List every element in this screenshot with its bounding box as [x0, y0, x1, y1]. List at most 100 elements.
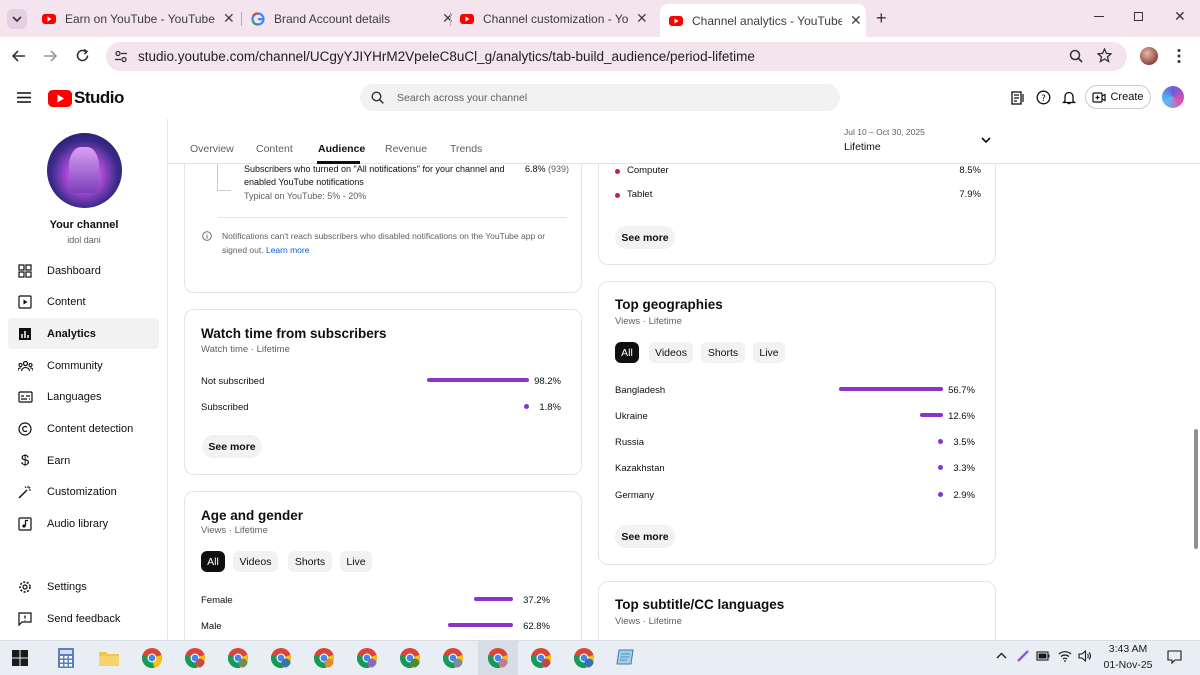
windows-start-icon[interactable] — [12, 650, 28, 666]
pen-icon[interactable] — [1016, 649, 1030, 663]
scrollbar-thumb[interactable] — [1194, 429, 1198, 549]
new-tab-button[interactable]: + — [876, 8, 887, 29]
sidebar-item-settings[interactable]: Settings — [8, 571, 159, 602]
chrome-taskbar-icon[interactable] — [141, 647, 163, 669]
see-more-button[interactable]: See more — [202, 435, 262, 458]
watch-time-card: Watch time from subscribers Watch time ·… — [184, 309, 582, 475]
notifications-bell-icon[interactable] — [1062, 90, 1076, 105]
minimize-button[interactable] — [1094, 16, 1104, 17]
wifi-icon[interactable] — [1058, 650, 1072, 662]
row-value: 2.9% — [953, 490, 975, 501]
browser-tab-1[interactable]: Earn on YouTube - YouTube Stu ✕ — [42, 6, 235, 31]
chip-all[interactable]: All — [615, 342, 639, 363]
chrome-profile-taskbar-icon[interactable] — [270, 647, 292, 669]
chrome-profile-taskbar-icon[interactable] — [487, 647, 509, 669]
browser-tab-4[interactable]: Channel analytics - YouTube Stu ✕ — [660, 4, 866, 37]
help-icon[interactable]: ? — [1036, 90, 1051, 105]
profile-avatar[interactable] — [1140, 47, 1158, 65]
google-favicon-icon — [251, 11, 265, 26]
forward-arrow-icon[interactable] — [43, 49, 57, 63]
studio-logo[interactable]: Studio — [48, 88, 124, 108]
period-selector[interactable]: Jul 10 – Oct 30, 2025 Lifetime — [844, 127, 994, 157]
tab-trends[interactable]: Trends — [450, 143, 482, 155]
channel-name: idol dani — [67, 235, 101, 245]
clock-date[interactable]: 01-Nov-25 — [1098, 659, 1158, 671]
zoom-icon[interactable] — [1069, 49, 1083, 63]
browser-menu-icon[interactable] — [1177, 48, 1181, 64]
row-label: Germany — [615, 490, 655, 501]
sidebar-item-send-feedback[interactable]: Send feedback — [8, 603, 159, 634]
chevron-up-icon[interactable] — [996, 652, 1007, 659]
notification-center-icon[interactable] — [1167, 650, 1182, 664]
tab-overview[interactable]: Overview — [190, 143, 234, 155]
logo-text: Studio — [74, 88, 124, 107]
chip-live[interactable]: Live — [340, 551, 372, 572]
search-input[interactable]: Search across your channel — [397, 92, 527, 104]
chip-videos[interactable]: Videos — [233, 551, 278, 572]
see-more-button[interactable]: See more — [615, 226, 675, 249]
volume-icon[interactable] — [1078, 650, 1092, 662]
chrome-profile-taskbar-icon[interactable] — [313, 647, 335, 669]
browser-tab-2[interactable]: Brand Account details ✕ — [251, 6, 454, 31]
sidebar-item-earn[interactable]: $ Earn — [8, 445, 159, 476]
chip-live[interactable]: Live — [753, 342, 785, 363]
row-value: 62.8% — [523, 621, 550, 632]
chrome-profile-taskbar-icon[interactable] — [530, 647, 552, 669]
tab-audience[interactable]: Audience — [318, 143, 365, 155]
community-icon — [17, 358, 33, 374]
chip-all[interactable]: All — [201, 551, 225, 572]
chrome-profile-taskbar-icon[interactable] — [356, 647, 378, 669]
tab-search-button[interactable] — [7, 9, 27, 29]
site-settings-icon[interactable] — [114, 50, 128, 63]
hamburger-menu-icon[interactable] — [17, 92, 31, 103]
row-value: 98.2% — [534, 376, 561, 387]
chrome-profile-taskbar-icon[interactable] — [573, 647, 595, 669]
bookmark-star-icon[interactable] — [1097, 48, 1112, 63]
sidebar-item-content[interactable]: Content — [8, 286, 159, 317]
back-arrow-icon[interactable] — [12, 49, 26, 63]
copyright-icon — [17, 421, 33, 437]
notepad-app-icon[interactable] — [615, 648, 635, 666]
sidebar-item-audio-library[interactable]: Audio library — [8, 508, 159, 539]
chip-shorts[interactable]: Shorts — [701, 342, 745, 363]
analytics-main: Subscribers who turned on "All notificat… — [168, 119, 1200, 640]
file-explorer-icon[interactable] — [99, 650, 119, 666]
close-icon[interactable]: ✕ — [442, 10, 454, 27]
tab-revenue[interactable]: Revenue — [385, 143, 427, 155]
magic-wand-icon — [17, 484, 33, 500]
clock-time[interactable]: 3:43 AM — [1105, 643, 1151, 655]
svg-text:?: ? — [1041, 94, 1046, 104]
sidebar-item-analytics[interactable]: Analytics — [8, 318, 159, 349]
sidebar-item-customization[interactable]: Customization — [8, 476, 159, 507]
chrome-profile-taskbar-icon[interactable] — [399, 647, 421, 669]
battery-icon[interactable] — [1036, 651, 1050, 661]
channel-search-bar[interactable]: Search across your channel — [360, 84, 840, 111]
chrome-profile-taskbar-icon[interactable] — [184, 647, 206, 669]
tab-content[interactable]: Content — [256, 143, 293, 155]
calculator-icon[interactable] — [58, 648, 74, 668]
sidebar-item-content-detection[interactable]: Content detection — [8, 413, 159, 444]
learn-more-link[interactable]: Learn more — [266, 245, 309, 255]
reload-icon[interactable] — [75, 48, 90, 63]
chip-videos[interactable]: Videos — [649, 342, 693, 363]
window-close-button[interactable]: ✕ — [1174, 8, 1186, 25]
sidebar-item-languages[interactable]: Languages — [8, 381, 159, 412]
row-value: 3.5% — [953, 437, 975, 448]
see-more-button[interactable]: See more — [615, 525, 675, 548]
close-icon[interactable]: ✕ — [850, 12, 862, 29]
channel-avatar[interactable] — [47, 133, 122, 208]
chip-shorts[interactable]: Shorts — [288, 551, 332, 572]
subtitles-icon[interactable] — [1011, 91, 1025, 105]
account-avatar[interactable] — [1162, 86, 1184, 108]
browser-tab-3[interactable]: Channel customization - YouTu ✕ — [460, 6, 648, 31]
browser-tab-strip: Earn on YouTube - YouTube Stu ✕ Brand Ac… — [0, 0, 1200, 37]
close-icon[interactable]: ✕ — [636, 10, 648, 27]
restore-button[interactable] — [1134, 12, 1143, 21]
tab-title: Brand Account details — [274, 11, 391, 26]
chrome-profile-taskbar-icon[interactable] — [442, 647, 464, 669]
sidebar-item-community[interactable]: Community — [8, 350, 159, 381]
chrome-profile-taskbar-icon[interactable] — [227, 647, 249, 669]
create-button[interactable]: Create — [1085, 85, 1151, 109]
sidebar-item-dashboard[interactable]: Dashboard — [8, 255, 159, 286]
close-icon[interactable]: ✕ — [223, 10, 235, 27]
